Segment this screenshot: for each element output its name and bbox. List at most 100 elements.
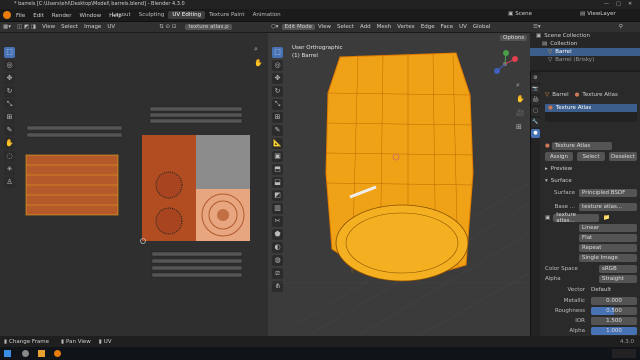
minimize-icon[interactable]: — [604, 1, 609, 7]
select-button[interactable]: Select [577, 152, 605, 161]
window-title: * barrels [C:\Users\ehl\Desktop\Model\ b… [14, 1, 185, 7]
vp-menu-add[interactable]: Add [357, 24, 374, 30]
metallic-slider[interactable]: 0.000 [591, 297, 637, 305]
outliner: ☰▾ ⚲ ▣ Scene Collection ▤ Collection ▽ B… [530, 22, 640, 70]
material-slots-list[interactable]: ● Texture Atlas [545, 104, 637, 122]
source-select[interactable]: Single Image [579, 254, 637, 262]
projection-select[interactable]: Flat [579, 234, 637, 242]
outliner-filter-icon[interactable]: ⚲ [619, 24, 623, 30]
navigation-gizmo[interactable] [490, 49, 520, 81]
mesh-object-icon: ▽ [548, 57, 553, 63]
uv-editor-canvas[interactable]: ⬚ ◎ ✥ ↻ ⤡ ⊞ ✎ ✋ ◌ ✳ ♙ ⌕ ✋ [0, 33, 268, 336]
tab-uv-editing[interactable]: UV Editing [168, 11, 206, 19]
viewport-editor-type-icon[interactable]: ⬡▾ [268, 24, 282, 30]
outliner-collection[interactable]: ▤ Collection [530, 40, 640, 48]
status-right: UV [103, 338, 112, 345]
viewlayer-selector[interactable]: ▤ ViewLayer [580, 11, 616, 17]
base-color-row: Base ... texture atlas... [545, 203, 637, 211]
material-datablock[interactable]: ● Texture Atlas [545, 142, 637, 150]
os-taskbar [0, 347, 640, 360]
alpha-mode-row: Alpha Straight [545, 275, 637, 283]
material-name-field[interactable]: Texture Atlas [551, 142, 612, 150]
scene-selector[interactable]: ▣ Scene [508, 11, 532, 17]
vp-menu-mesh[interactable]: Mesh [374, 24, 394, 30]
close-icon[interactable]: ✕ [628, 1, 632, 7]
extension-select[interactable]: Repeat [579, 244, 637, 252]
3d-viewport[interactable]: User Orthographic (1) Barrel Options ⬚ ◎… [268, 33, 530, 336]
explorer-taskbar-icon[interactable] [38, 350, 45, 357]
mode-selector[interactable]: Edit Mode [281, 24, 315, 30]
deselect-button[interactable]: Deselect [609, 152, 637, 161]
scene-label: Scene [515, 11, 532, 17]
outliner-item-label: Barrel (Brisky) [555, 57, 595, 63]
menu-render[interactable]: Render [48, 13, 76, 19]
uv-menu-select[interactable]: Select [58, 24, 81, 30]
ior-field[interactable]: 1.500 [591, 317, 637, 325]
surface-panel-header[interactable]: ▾ Surface [545, 178, 572, 184]
orientation-selector[interactable]: Global [470, 24, 494, 30]
alpha-mode-select[interactable]: Straight [599, 275, 637, 283]
menu-edit[interactable]: Edit [29, 13, 48, 19]
assign-button[interactable]: Assign [545, 152, 573, 161]
modifier-tab-icon[interactable]: 🔧 [531, 118, 540, 127]
top-menubar: File Edit Render Window Help Layout Scul… [0, 9, 640, 22]
vp-menu-edge[interactable]: Edge [418, 24, 438, 30]
vp-menu-uv[interactable]: UV [456, 24, 470, 30]
alpha-slider[interactable]: 1.000 [591, 327, 637, 335]
tab-texture-paint[interactable]: Texture Paint [205, 11, 249, 19]
menu-file[interactable]: File [12, 13, 29, 19]
menu-window[interactable]: Window [75, 13, 105, 19]
mouse-middle-icon: ▮ [60, 338, 65, 345]
tab-layout[interactable]: Layout [108, 11, 135, 19]
chevron-down-icon: ▾ [545, 178, 548, 184]
start-icon[interactable] [4, 350, 11, 357]
uv-menu-image[interactable]: Image [81, 24, 104, 30]
colorspace-select[interactable]: sRGB [599, 265, 637, 273]
outliner-item-barrel-brisky[interactable]: ▽ Barrel (Brisky) [530, 56, 640, 64]
outliner-root-label: Scene Collection [544, 33, 590, 39]
base-label: Base ... [554, 204, 575, 210]
tab-sculpting[interactable]: Sculpting [135, 11, 169, 19]
outliner-item-barrel[interactable]: ▽ Barrel [530, 48, 640, 56]
outliner-editor-icon[interactable]: ☰▾ [533, 24, 541, 30]
vp-ortho-grid-icon[interactable]: ⊞ [516, 123, 522, 131]
vp-menu-view[interactable]: View [315, 24, 334, 30]
image-name-field[interactable]: texture atlas... [553, 212, 600, 224]
maximize-icon[interactable]: □ [616, 1, 621, 7]
surface-shader-field[interactable]: Principled BSDF [579, 189, 637, 197]
vp-pan-hand-icon[interactable]: ✋ [516, 95, 525, 103]
uv-menu-uv[interactable]: UV [104, 24, 118, 30]
output-tab-icon[interactable]: 🖨 [531, 96, 540, 105]
search-taskbar-icon[interactable] [22, 350, 29, 357]
vector-value[interactable]: Default [591, 287, 611, 293]
object-tab-icon[interactable]: ▢ [531, 107, 540, 116]
image-selector[interactable]: texture atlas.p [185, 24, 232, 30]
collection-folder-icon: ▤ [542, 41, 548, 47]
scene-icon: ▣ [508, 11, 514, 17]
tab-animation[interactable]: Animation [249, 11, 285, 19]
roughness-slider[interactable]: 0.500 [591, 307, 637, 315]
outliner-scene-collection[interactable]: ▣ Scene Collection [530, 32, 640, 40]
folder-icon[interactable]: 📁 [603, 215, 610, 221]
texture-metal [196, 135, 250, 189]
uv-strips-left-top [26, 106, 243, 138]
vp-camera-icon[interactable]: 🎥 [516, 109, 525, 117]
base-color-link-field[interactable]: texture atlas... [579, 203, 637, 211]
uv-sync-icons[interactable]: ⇅ ⊙ ⊡ [156, 24, 179, 30]
uv-menu-view[interactable]: View [39, 24, 58, 30]
blender-taskbar-icon[interactable] [54, 350, 61, 357]
material-tab-icon[interactable]: ● [531, 129, 540, 138]
render-tab-icon[interactable]: 📷 [531, 85, 540, 94]
uv-select-mode-icons[interactable]: ◫ ◩ ◨ [14, 24, 39, 30]
blender-logo-icon[interactable] [3, 11, 11, 19]
vp-menu-vertex[interactable]: Vertex [394, 24, 418, 30]
material-slot-item[interactable]: ● Texture Atlas [545, 104, 637, 112]
vp-zoom-icon[interactable]: ⌕ [516, 81, 520, 90]
editor-type-icon[interactable]: ▦▾ [0, 24, 14, 30]
vp-menu-select[interactable]: Select [334, 24, 357, 30]
preview-panel-header[interactable]: ▸ Preview [545, 166, 572, 172]
chevron-right-icon: ▸ [545, 166, 548, 172]
vp-menu-face[interactable]: Face [438, 24, 456, 30]
interpolation-select[interactable]: Linear [579, 224, 637, 232]
tool-tab-icon[interactable]: ⚙ [531, 74, 540, 83]
